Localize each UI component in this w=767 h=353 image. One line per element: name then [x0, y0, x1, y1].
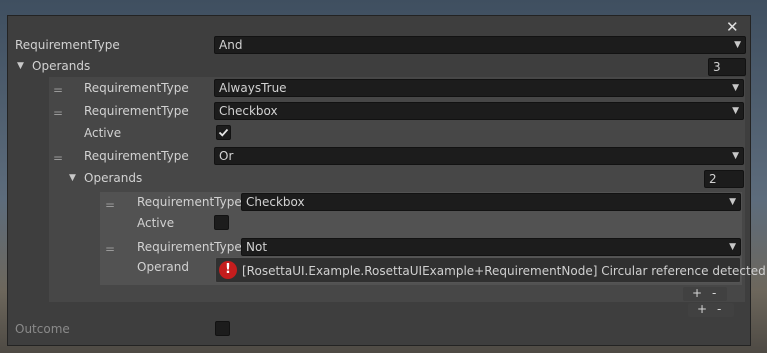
dropdown-arrow-icon: ▼: [732, 151, 739, 161]
sub1-operand-label: Operand: [137, 260, 189, 274]
nested-add-button[interactable]: +: [692, 287, 702, 300]
dropdown-value: Checkbox: [246, 195, 305, 209]
sub0-active-checkbox[interactable]: [214, 215, 229, 230]
item1-requirement-type-label: RequirementType: [84, 104, 189, 118]
foldout-triangle-icon[interactable]: ▼: [17, 58, 24, 74]
drag-handle-icon[interactable]: =: [53, 151, 63, 165]
nested-list-buttons: + -: [683, 287, 727, 301]
item2-requirement-type-dropdown[interactable]: Or ▼: [214, 147, 744, 165]
dropdown-arrow-icon: ▼: [734, 40, 741, 50]
sub0-requirement-type-label: RequirementType: [137, 195, 242, 209]
root-operands-label[interactable]: Operands: [32, 58, 90, 74]
count-value: 3: [713, 60, 721, 74]
count-value: 2: [709, 172, 717, 186]
item0-requirement-type-dropdown[interactable]: AlwaysTrue ▼: [214, 79, 744, 97]
drag-handle-icon[interactable]: =: [53, 106, 63, 120]
dropdown-value: Not: [246, 240, 268, 254]
operands-list-buttons: + -: [688, 303, 734, 317]
root-operands-count-field[interactable]: 3: [708, 58, 746, 76]
drag-handle-icon[interactable]: =: [105, 198, 115, 212]
sub1-requirement-type-label: RequirementType: [137, 240, 242, 254]
item2-operands-label[interactable]: Operands: [84, 170, 142, 186]
nested-remove-button[interactable]: -: [712, 287, 716, 300]
root-requirement-type-label: RequirementType: [15, 38, 120, 52]
item2-operands-count-field[interactable]: 2: [704, 170, 744, 188]
error-message: [RosettaUI.Example.RosettaUIExample+Requ…: [242, 264, 767, 278]
item0-requirement-type-label: RequirementType: [84, 81, 189, 95]
dropdown-arrow-icon: ▼: [729, 197, 736, 207]
item2-requirement-type-label: RequirementType: [84, 149, 189, 163]
dropdown-arrow-icon: ▼: [732, 83, 739, 93]
dropdown-value: Checkbox: [219, 104, 278, 118]
circular-reference-error-box: ! [RosettaUI.Example.RosettaUIExample+Re…: [215, 257, 767, 283]
sub0-active-label: Active: [137, 216, 175, 230]
sub0-requirement-type-dropdown[interactable]: Checkbox ▼: [241, 193, 741, 211]
drag-handle-icon[interactable]: =: [105, 242, 115, 256]
outcome-label: Outcome: [15, 322, 70, 336]
dropdown-value: And: [219, 38, 243, 52]
dropdown-value: AlwaysTrue: [219, 81, 287, 95]
foldout-triangle-icon[interactable]: ▼: [69, 170, 76, 186]
dropdown-arrow-icon: ▼: [729, 242, 736, 252]
error-icon: !: [219, 261, 237, 279]
item1-active-checkbox[interactable]: [216, 125, 231, 140]
close-icon[interactable]: ✕: [726, 19, 739, 35]
drag-handle-icon[interactable]: =: [53, 83, 63, 97]
outcome-checkbox: [215, 321, 230, 336]
operands-remove-button[interactable]: -: [717, 303, 721, 316]
item1-active-label: Active: [84, 126, 122, 140]
dropdown-value: Or: [219, 149, 234, 163]
editor-window: ✕ RequirementType And ▼ ▼ Operands 3 = R…: [7, 15, 767, 346]
operands-add-button[interactable]: +: [697, 303, 707, 316]
root-requirement-type-dropdown[interactable]: And ▼: [214, 36, 746, 54]
item1-requirement-type-dropdown[interactable]: Checkbox ▼: [214, 102, 744, 120]
sub1-requirement-type-dropdown[interactable]: Not ▼: [241, 238, 741, 256]
checkmark-icon: [218, 128, 229, 137]
dropdown-arrow-icon: ▼: [732, 106, 739, 116]
